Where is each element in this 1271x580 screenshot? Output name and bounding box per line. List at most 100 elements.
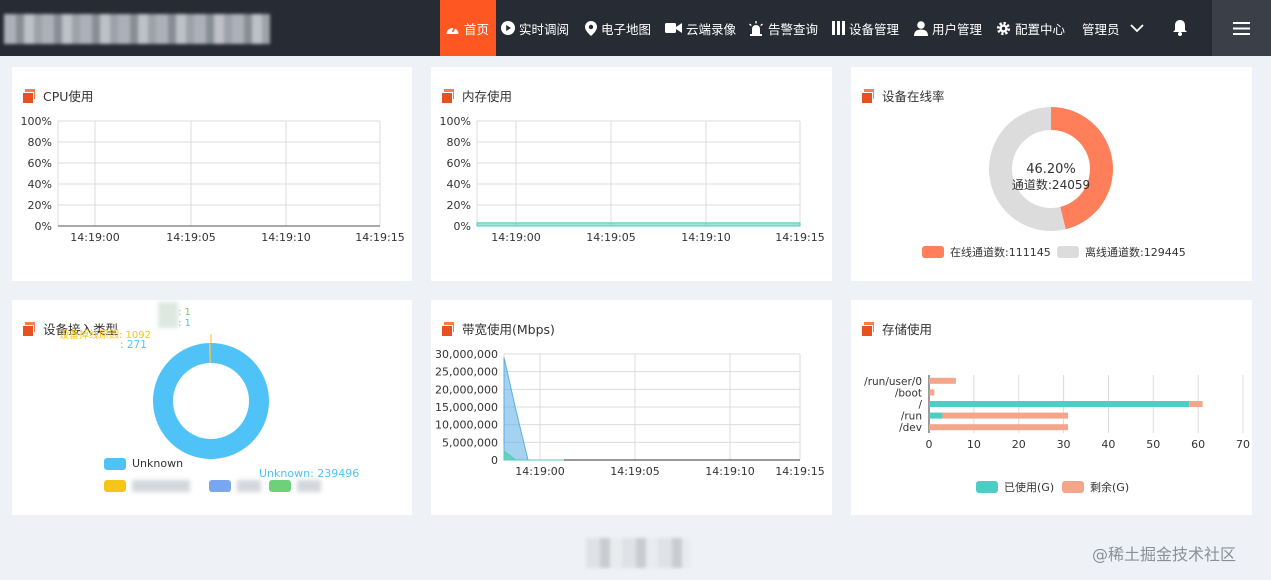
bar-segment — [929, 401, 1190, 407]
x-tick-label: 14:19:05 — [586, 231, 635, 244]
bar-segment — [929, 389, 935, 396]
legend-unknown[interactable]: Unknown — [104, 457, 183, 470]
x-tick-label: 14:19:10 — [705, 465, 754, 478]
y-tick-label: 20% — [28, 199, 52, 212]
legend-used[interactable]: 已使用(G) — [976, 479, 1054, 495]
y-tick-label: 40% — [447, 178, 471, 191]
map-pin-icon — [585, 20, 597, 36]
device-access-type-card: 设备接入类型 : 1: 1 设备掉线原因: 1092: 271 Unknown: 2… — [12, 300, 412, 515]
y-tick-label: 0% — [454, 220, 471, 233]
slice-label: : 271 — [120, 339, 147, 351]
x-tick-label: 14:19:10 — [681, 231, 730, 244]
y-tick-label: 0% — [35, 220, 52, 233]
x-tick-label: 50 — [1146, 438, 1160, 451]
legend-free[interactable]: 剩余(G) — [1062, 479, 1129, 495]
x-tick-label: 10 — [967, 438, 981, 451]
nav-label: 电子地图 — [601, 21, 652, 37]
legend-label: 离线通道数:129445 — [1085, 246, 1186, 259]
y-tick-label: 25,000,000 — [435, 366, 498, 379]
y-tick-label: / — [918, 399, 922, 411]
bandwidth-usage-card: 带宽使用(Mbps) 30,000,000 25,000,000 20,000,00… — [431, 300, 832, 515]
bar-segment — [929, 377, 956, 384]
x-tick-label: 14:19:00 — [491, 231, 540, 244]
nav-item-home[interactable]: 首页 — [440, 0, 496, 56]
x-tick-label: 40 — [1101, 438, 1115, 451]
gear-icon — [996, 21, 1011, 36]
x-tick-label: 30 — [1057, 438, 1071, 451]
nav-item-config-center[interactable]: 配置中心 — [996, 0, 1065, 56]
y-tick-label: 60% — [447, 157, 471, 170]
nav-item-live[interactable]: 实时调阅 — [501, 0, 569, 56]
legend-blue[interactable] — [209, 480, 261, 492]
legend-swatch — [209, 480, 231, 492]
nav-item-device-management[interactable]: 设备管理 — [832, 0, 899, 56]
x-tick-label: 0 — [926, 438, 933, 451]
legend-online[interactable]: 在线通道数:111145 — [922, 244, 1051, 260]
bar-segment — [929, 424, 1069, 431]
x-tick-label: 14:19:15 — [775, 465, 824, 478]
legend-label: Unknown — [132, 457, 184, 470]
bar-segment — [929, 412, 943, 419]
top-navigation-bar: 首页 实时调阅 电子地图 云端录像 告警查询 设备管理 用户管理 配置中心 管理… — [0, 0, 1271, 56]
hamburger-menu-button[interactable] — [1212, 0, 1271, 56]
y-tick-label: 15,000,000 — [435, 401, 498, 414]
obscured-label — [132, 480, 190, 492]
nav-item-cloud-recording[interactable]: 云端录像 — [665, 0, 736, 56]
x-tick-label: 14:19:05 — [166, 231, 215, 244]
legend-label: 剩余(G) — [1090, 481, 1130, 494]
nav-label: 实时调阅 — [519, 21, 570, 37]
app-logo — [4, 14, 270, 44]
slice-label: : 1 — [178, 307, 191, 318]
legend-yellow[interactable] — [104, 480, 190, 492]
user-icon — [914, 20, 928, 36]
nav-label: 首页 — [464, 21, 490, 37]
center-label: 通道数:24059 — [1012, 177, 1090, 192]
y-tick-label: /run — [901, 411, 922, 423]
y-tick-label: 20,000,000 — [435, 383, 498, 396]
legend-swatch — [104, 457, 126, 470]
y-tick-label: /boot — [895, 387, 922, 399]
series-area — [476, 222, 801, 227]
slice-label: : 1 — [178, 318, 191, 329]
admin-menu[interactable]: 管理员 — [1082, 0, 1144, 56]
x-tick-label: 14:19:15 — [355, 231, 404, 244]
x-tick-label: 14:19:05 — [610, 465, 659, 478]
y-tick-label: 80% — [447, 136, 471, 149]
memory-usage-card: 内存使用 100% 80% 60% 40% 20% 0% 14:19:00 14:19:05 1… — [431, 67, 832, 281]
y-tick-label: 30,000,000 — [435, 348, 498, 361]
cpu-line-chart: 100% 80% 60% 40% 20% 0% 14:19:00 14:19:05 14:19:… — [21, 115, 405, 244]
legend-swatch — [1057, 246, 1079, 258]
chevron-down-icon — [1129, 21, 1144, 36]
nav-item-user-management[interactable]: 用户管理 — [914, 0, 982, 56]
legend-label: 在线通道数:111145 — [950, 246, 1051, 259]
alarm-light-icon — [748, 20, 764, 36]
obscured-label — [237, 480, 261, 492]
nav-item-map[interactable]: 电子地图 — [585, 0, 651, 56]
video-camera-icon — [665, 22, 682, 34]
device-icon — [832, 21, 845, 35]
legend-swatch — [922, 246, 944, 258]
nav-item-alarm[interactable]: 告警查询 — [748, 0, 818, 56]
y-tick-label: /dev — [899, 422, 922, 434]
online-donut-chart: 46.20%通道数:24059 — [989, 107, 1113, 231]
bar-segment — [929, 389, 930, 396]
x-tick-label: 60 — [1191, 438, 1205, 451]
nav-label: 用户管理 — [932, 21, 983, 37]
watermark: @稀土掘金技术社区 — [1092, 545, 1237, 564]
x-tick-label: 14:19:10 — [261, 231, 310, 244]
legend-swatch — [104, 480, 126, 492]
legend-green[interactable] — [269, 480, 321, 492]
y-tick-label: 100% — [440, 115, 471, 128]
nav-label: 设备管理 — [849, 21, 900, 37]
x-tick-label: 14:19:15 — [775, 231, 824, 244]
bell-icon[interactable] — [1172, 19, 1188, 40]
legend-offline[interactable]: 离线通道数:129445 — [1057, 244, 1186, 260]
y-tick-label: 80% — [28, 136, 52, 149]
admin-label: 管理员 — [1082, 21, 1120, 37]
footer-logo — [586, 538, 690, 568]
storage-usage-card: 存储使用 0 10 20 30 40 50 60 70/run/user/0/boot //ru… — [851, 300, 1252, 515]
x-tick-label: 14:19:00 — [70, 231, 119, 244]
legend-swatch — [1062, 481, 1084, 493]
y-tick-label: 0 — [491, 454, 498, 467]
obscured-label — [297, 480, 321, 492]
